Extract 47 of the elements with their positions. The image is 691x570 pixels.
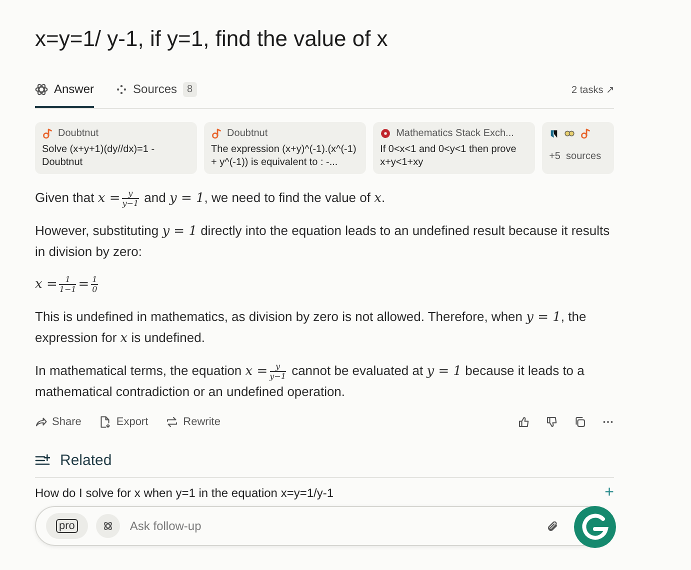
action-button[interactable]: Rewrite — [166, 416, 220, 428]
source-card[interactable]: Mathematics Stack Exch... If 0<x<1 and 0<y<1 then prove x+y<1+xy — [373, 122, 536, 174]
bookmark-icon — [549, 128, 560, 138]
list-icon — [35, 453, 50, 468]
tab[interactable]: Sources 8 — [116, 72, 197, 108]
tab[interactable]: Answer — [35, 72, 94, 108]
source-card[interactable]: Doubtnut The expression (x+y)^(-1).(x^(-1) + y^(-1)) is equivalent to : -... — [204, 122, 366, 174]
site-name: Mathematics Stack Exch... — [396, 128, 514, 139]
grammar-assistant-icon[interactable] — [573, 505, 617, 549]
source-title: Solve (x+y+1)(dy//dx)=1 - Doubtnut — [42, 143, 156, 169]
count-badge: 8 — [183, 82, 197, 96]
paperclip-icon — [546, 520, 559, 532]
action-button[interactable]: Share — [35, 416, 82, 428]
copy-icon — [574, 416, 586, 428]
music-note-icon — [42, 128, 53, 139]
focus-button[interactable] — [96, 514, 120, 538]
music-note-icon — [580, 128, 592, 139]
follow-up-input[interactable]: Ask follow-up — [128, 518, 538, 534]
copy-button[interactable] — [574, 416, 586, 428]
answer-paragraph: This is undefined in mathematics, as division by zero is not allowed. Therefore, when y = 1, the expression for x is undefined. — [35, 308, 588, 348]
atom-icon — [102, 520, 114, 532]
source-title: The expression (x+y)^(-1).(x^(-1) + y^(-1)) is equivalent to : -... — [211, 143, 358, 169]
action-button[interactable]: Export — [99, 416, 148, 428]
tasks-link[interactable]: 2 tasks ↗ — [572, 84, 614, 96]
sources-count: +5 sources — [549, 151, 602, 162]
related-heading: Related — [60, 452, 112, 469]
related-question[interactable]: How do I solve for x when y=1 in the equation x=y=1/y-1 — [35, 485, 334, 501]
more-sources-card[interactable]: +5 sources — [542, 122, 614, 174]
add-button[interactable]: + — [604, 484, 614, 502]
pro-toggle[interactable]: pro — [46, 513, 88, 539]
attach-button[interactable] — [546, 520, 559, 532]
thumbs-up-button[interactable] — [518, 416, 530, 428]
share-icon — [35, 416, 47, 428]
site-name: Doubtnut — [58, 128, 99, 139]
source-title: If 0<x<1 and 0<y<1 then prove x+y<1+xy — [380, 143, 518, 169]
repeat-icon — [166, 416, 178, 428]
atom-icon — [35, 82, 48, 96]
thumbs-down-icon — [546, 416, 558, 428]
document-icon — [99, 416, 112, 428]
music-note-icon — [211, 128, 222, 139]
answer-paragraph: However, substituting y = 1 directly into the equation leads to an undefined result because it results in division by zero: — [35, 222, 611, 261]
thumbs-down-button[interactable] — [546, 416, 558, 428]
source-card[interactable]: Doubtnut Solve (x+y+1)(dy//dx)=1 - Doubtnut — [35, 122, 198, 174]
question-title: x=y=1/ y-1, if y=1, find the value of x — [35, 26, 389, 52]
site-name: Doubtnut — [227, 128, 268, 139]
thumbs-up-icon — [518, 416, 530, 428]
dots-icon — [116, 84, 128, 94]
